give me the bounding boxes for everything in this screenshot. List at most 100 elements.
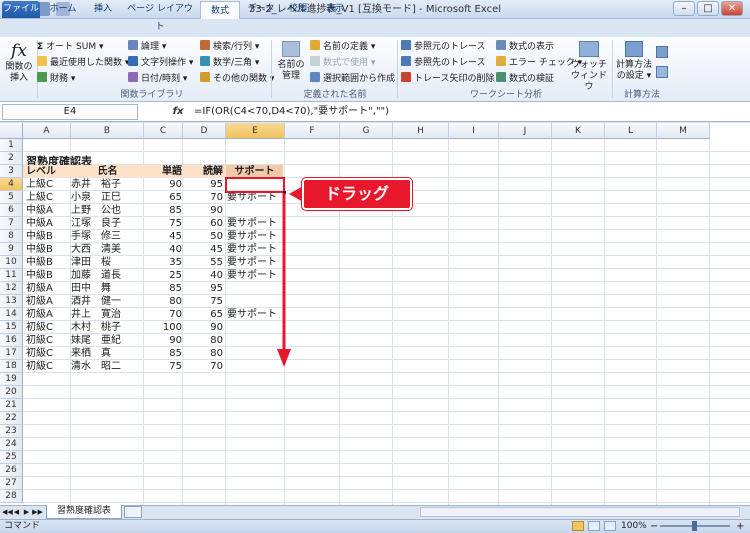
- tab-file[interactable]: ファイル: [2, 1, 40, 18]
- calc-options-label: 計算方法: [615, 60, 652, 70]
- insert-function-button[interactable]: fx 関数の 挿入: [4, 40, 34, 88]
- recent-functions-button[interactable]: 最近使用した関数 ▾: [37, 56, 129, 71]
- calculate-sheet-icon[interactable]: [656, 66, 668, 78]
- prev-sheet-button[interactable]: ◀: [12, 507, 21, 517]
- close-button[interactable]: ✕: [721, 1, 743, 16]
- financial-button[interactable]: 財務 ▾: [37, 72, 75, 87]
- tab-home[interactable]: ホーム: [44, 0, 82, 18]
- book-icon: [37, 72, 47, 82]
- remove-arrows-button[interactable]: トレース矢印の削除 ▾: [401, 72, 502, 87]
- fx-button[interactable]: fx: [170, 104, 186, 120]
- text-book-icon: [128, 56, 138, 66]
- watch-label: ウォッチ: [570, 60, 607, 70]
- calculator-icon: [625, 41, 643, 57]
- create-from-selection-label: 選択範囲から作成: [323, 74, 396, 84]
- evaluate-formula-label: 数式の検証: [509, 74, 555, 84]
- datetime-button[interactable]: 日付/時刻 ▾: [128, 72, 187, 87]
- trace-dependents-icon: [401, 56, 411, 66]
- ribbon-tabs: [0, 19, 750, 37]
- page-layout-view-icon[interactable]: [588, 521, 600, 531]
- create-from-selection-button[interactable]: 選択範囲から作成: [310, 72, 395, 87]
- zoom-out-button[interactable]: −: [650, 520, 658, 533]
- math-button[interactable]: 数学/三角 ▾: [200, 56, 259, 71]
- remove-arrows-label: トレース矢印の削除 ▾: [414, 74, 502, 84]
- group-label-calc: 計算方法: [623, 90, 660, 100]
- tab-data[interactable]: データ: [244, 0, 278, 18]
- formula-input[interactable]: =IF(OR(C4<70,D4<70),"要サポート",""): [190, 104, 732, 120]
- search-book-icon: [200, 40, 210, 50]
- binoculars-icon: [579, 41, 599, 57]
- text-button[interactable]: 文字列操作 ▾: [128, 56, 193, 71]
- first-sheet-button[interactable]: ◀◀: [2, 507, 13, 517]
- trace-precedents-button[interactable]: 参照元のトレース: [401, 40, 486, 55]
- insert-function-label: 関数の: [5, 62, 33, 72]
- ribbon-separator: [612, 40, 613, 98]
- trace-precedents-label: 参照元のトレース: [414, 42, 486, 52]
- remove-arrows-icon: [401, 72, 411, 82]
- more-label: その他の関数 ▾: [213, 74, 275, 84]
- name-box[interactable]: E4: [2, 104, 138, 120]
- more-functions-button[interactable]: その他の関数 ▾: [200, 72, 274, 87]
- show-formulas-label: 数式の表示: [509, 42, 555, 52]
- autosum-button[interactable]: Σ オート SUM ▾: [37, 40, 103, 55]
- tab-view[interactable]: 表示: [318, 0, 352, 18]
- formula-tag-icon: [310, 56, 320, 66]
- grid-tag-icon: [310, 72, 320, 82]
- zoom-slider-thumb[interactable]: [692, 521, 697, 531]
- sigma-icon: Σ: [37, 42, 44, 52]
- zoom-in-button[interactable]: +: [736, 520, 744, 533]
- trace-dependents-label: 参照先のトレース: [414, 58, 486, 68]
- calculate-now-icon[interactable]: [656, 46, 668, 58]
- insert-sheet-icon[interactable]: [124, 506, 142, 518]
- next-sheet-button[interactable]: ▶: [22, 507, 31, 517]
- tab-review[interactable]: 校閲: [282, 0, 314, 18]
- more-book-icon: [200, 72, 210, 82]
- clock-book-icon: [128, 72, 138, 82]
- calc-options-label-2: の設定 ▾: [616, 71, 652, 81]
- logical-label: 論理 ▾: [141, 42, 167, 52]
- lookup-label: 検索/行列 ▾: [213, 42, 260, 52]
- book-icon: [128, 40, 138, 50]
- zoom-level: 100%: [621, 521, 647, 531]
- horizontal-scrollbar[interactable]: [420, 507, 740, 517]
- page-break-view-icon[interactable]: [604, 521, 616, 531]
- maximize-button[interactable]: □: [697, 1, 719, 16]
- ribbon-separator: [271, 40, 272, 98]
- show-formulas-button[interactable]: 数式の表示: [496, 40, 554, 55]
- calculation-options-button[interactable]: 計算方法 の設定 ▾: [614, 40, 654, 88]
- recent-label: 最近使用した関数 ▾: [50, 58, 130, 68]
- tag-icon: [310, 40, 320, 50]
- name-manager-label-2: 管理: [281, 71, 300, 81]
- group-label-audit: ワークシート分析: [469, 90, 542, 100]
- trace-precedents-icon: [401, 40, 411, 50]
- group-label-names: 定義された名前: [303, 90, 367, 100]
- lookup-button[interactable]: 検索/行列 ▾: [200, 40, 259, 55]
- define-name-button[interactable]: 名前の定義 ▾: [310, 40, 375, 55]
- use-in-formula-button[interactable]: 数式で使用 ▾: [310, 56, 375, 71]
- minimize-button[interactable]: –: [673, 1, 695, 16]
- drag-arrow-head: [277, 349, 291, 367]
- normal-view-icon[interactable]: [572, 521, 584, 531]
- tab-formulas[interactable]: 数式: [200, 1, 240, 19]
- financial-label: 財務 ▾: [50, 74, 76, 84]
- warning-icon: [496, 56, 506, 66]
- use-in-formula-label: 数式で使用 ▾: [323, 58, 376, 68]
- math-label: 数学/三角 ▾: [213, 58, 260, 68]
- trace-dependents-button[interactable]: 参照先のトレース: [401, 56, 486, 71]
- last-sheet-button[interactable]: ▶▶: [32, 507, 43, 517]
- name-manager-label: 名前の: [277, 60, 305, 70]
- evaluate-icon: [496, 72, 506, 82]
- watch-window-button[interactable]: ウォッチ ウィンドウ: [570, 40, 608, 92]
- name-manager-button[interactable]: 名前の 管理: [275, 40, 307, 88]
- sheet-tab-active[interactable]: 習熟度確認表: [46, 505, 122, 519]
- ribbon-separator: [397, 40, 398, 98]
- tab-insert[interactable]: 挿入: [86, 0, 120, 18]
- tab-page-layout[interactable]: ページ レイアウト: [124, 0, 196, 32]
- autosum-label: オート SUM ▾: [46, 42, 104, 52]
- worksheet-grid[interactable]: ABCDEFGHIJKLM 1 2 3 4 5 6 7 8 9 10 11 12 13 14 15 16 17 1…: [0, 123, 750, 505]
- name-manager-icon: [282, 41, 300, 57]
- logical-button[interactable]: 論理 ▾: [128, 40, 166, 55]
- datetime-label: 日付/時刻 ▾: [141, 74, 188, 84]
- define-name-label: 名前の定義 ▾: [323, 42, 376, 52]
- evaluate-formula-button[interactable]: 数式の検証: [496, 72, 554, 87]
